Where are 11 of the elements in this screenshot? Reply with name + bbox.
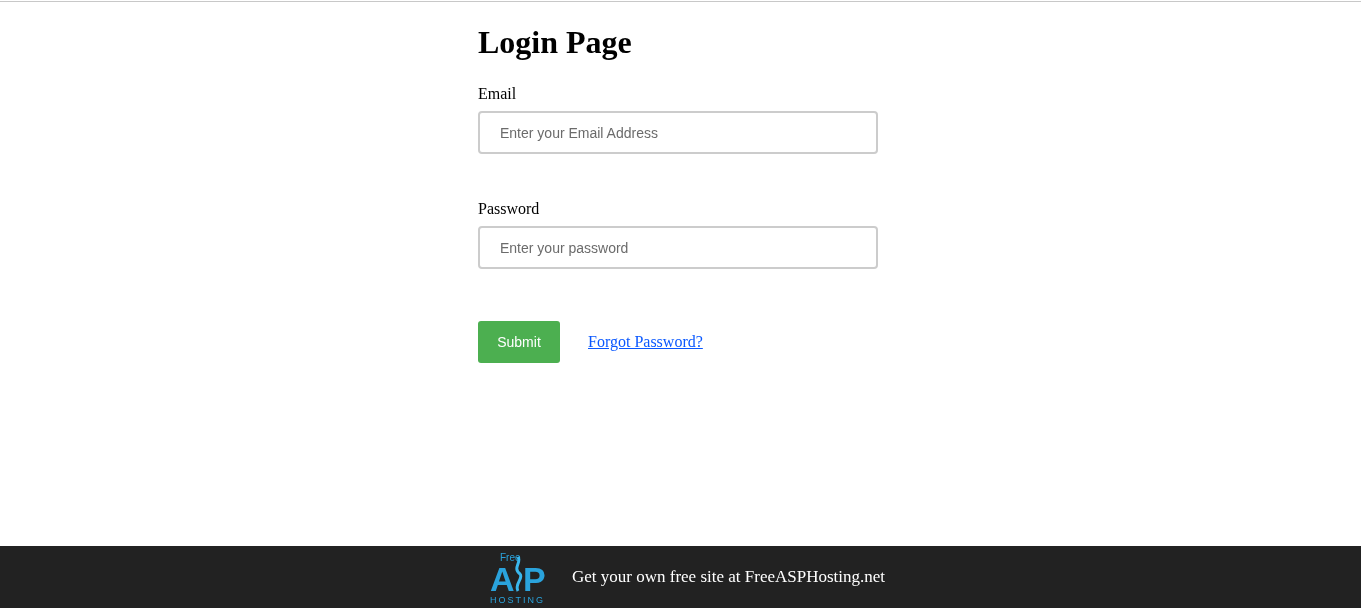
logo-letter: P	[523, 562, 546, 596]
input-field[interactable]: Enter your Email Address	[478, 111, 878, 154]
footer-text: Get your own free site at FreeASPHosting.net	[572, 566, 886, 589]
field-label: Password	[478, 199, 540, 219]
forgot-password-link[interactable]: Forgot Password?	[588, 330, 703, 354]
input-field[interactable]: Enter your password	[478, 226, 878, 269]
page-title: Login Page	[478, 23, 632, 62]
logo-text: HOSTING	[490, 595, 545, 605]
logo-letter: A	[490, 562, 515, 596]
logo-text: Free	[500, 552, 521, 563]
field-label: Email	[478, 84, 517, 104]
